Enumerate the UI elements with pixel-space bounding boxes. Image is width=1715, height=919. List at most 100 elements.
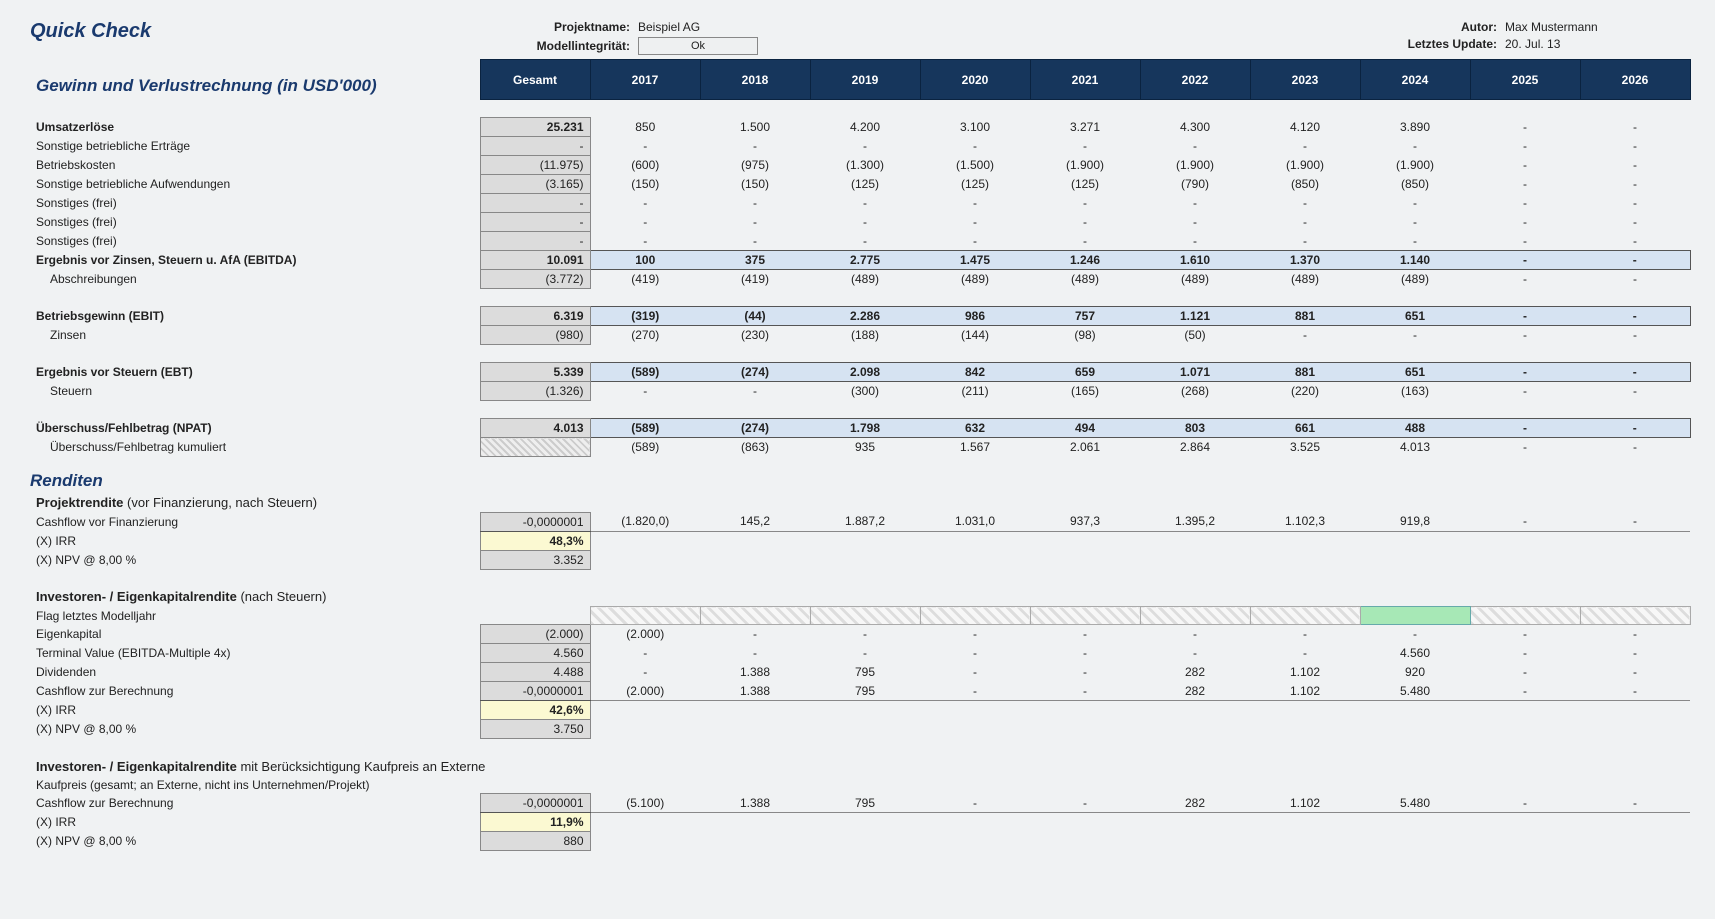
year-cell[interactable]: - (920, 232, 1030, 251)
gesamt-cell[interactable] (480, 438, 590, 457)
year-cell[interactable]: (268) (1140, 382, 1250, 401)
year-cell[interactable]: 2.061 (1030, 438, 1140, 457)
year-cell[interactable]: 935 (810, 438, 920, 457)
year-cell[interactable]: - (1470, 438, 1580, 457)
year-cell[interactable]: - (590, 137, 700, 156)
year-cell[interactable]: 145,2 (700, 512, 810, 531)
year-cell[interactable]: 803 (1140, 419, 1250, 438)
year-cell[interactable]: (125) (920, 175, 1030, 194)
year-cell[interactable]: - (810, 232, 920, 251)
year-cell[interactable]: - (1580, 137, 1690, 156)
year-cell[interactable]: (489) (1360, 270, 1470, 289)
year-cell[interactable]: - (1580, 213, 1690, 232)
year-cell[interactable]: - (1580, 156, 1690, 175)
year-cell[interactable]: - (1580, 419, 1690, 438)
year-cell[interactable]: - (920, 625, 1030, 644)
year-cell[interactable]: - (810, 137, 920, 156)
year-cell[interactable]: (150) (590, 175, 700, 194)
year-cell[interactable]: 2.098 (810, 363, 920, 382)
year-cell[interactable]: (589) (590, 363, 700, 382)
year-cell[interactable]: 919,8 (1360, 512, 1470, 531)
year-cell[interactable]: - (1360, 232, 1470, 251)
year-cell[interactable]: (2.000) (590, 682, 700, 701)
year-cell[interactable]: 757 (1030, 307, 1140, 326)
year-cell[interactable]: (2.000) (590, 625, 700, 644)
year-cell[interactable]: 494 (1030, 419, 1140, 438)
year-cell[interactable]: 1.798 (810, 419, 920, 438)
year-cell[interactable]: 1.102 (1250, 682, 1360, 701)
gesamt-cell[interactable]: 3.352 (480, 550, 590, 569)
year-cell[interactable]: - (1470, 363, 1580, 382)
year-cell[interactable]: - (1580, 382, 1690, 401)
year-cell[interactable]: 850 (590, 118, 700, 137)
year-cell[interactable]: (850) (1360, 175, 1470, 194)
year-cell[interactable]: - (1250, 213, 1360, 232)
year-cell[interactable]: 1.246 (1030, 251, 1140, 270)
year-cell[interactable]: - (920, 682, 1030, 701)
year-cell[interactable]: 659 (1030, 363, 1140, 382)
year-cell[interactable]: - (590, 194, 700, 213)
year-cell[interactable]: 1.567 (920, 438, 1030, 457)
year-cell[interactable]: 1.388 (700, 794, 810, 813)
year-cell[interactable]: (489) (810, 270, 920, 289)
gesamt-cell[interactable]: (980) (480, 326, 590, 345)
year-cell[interactable]: (98) (1030, 326, 1140, 345)
year-cell[interactable]: - (1360, 137, 1470, 156)
year-cell[interactable]: 881 (1250, 307, 1360, 326)
year-cell[interactable]: 1.102 (1250, 663, 1360, 682)
year-cell[interactable]: 1.031,0 (920, 512, 1030, 531)
year-cell[interactable]: - (590, 644, 700, 663)
year-cell[interactable]: - (700, 382, 810, 401)
year-cell[interactable]: - (1580, 118, 1690, 137)
year-cell[interactable]: - (1360, 194, 1470, 213)
year-cell[interactable]: - (1580, 644, 1690, 663)
year-cell[interactable]: (125) (1030, 175, 1140, 194)
gesamt-cell[interactable]: 4.488 (480, 663, 590, 682)
year-cell[interactable]: - (810, 644, 920, 663)
year-cell[interactable]: - (1030, 232, 1140, 251)
gesamt-cell[interactable]: 48,3% (480, 531, 590, 550)
year-cell[interactable]: - (920, 794, 1030, 813)
year-cell[interactable]: 3.100 (920, 118, 1030, 137)
year-cell[interactable]: (270) (590, 326, 700, 345)
gesamt-cell[interactable]: (1.326) (480, 382, 590, 401)
year-cell[interactable]: 1.475 (920, 251, 1030, 270)
year-cell[interactable]: - (1470, 118, 1580, 137)
year-cell[interactable]: (150) (700, 175, 810, 194)
year-cell[interactable]: - (1030, 194, 1140, 213)
year-cell[interactable]: 5.480 (1360, 794, 1470, 813)
year-cell[interactable]: - (1470, 307, 1580, 326)
year-cell[interactable]: - (590, 382, 700, 401)
year-cell[interactable]: (230) (700, 326, 810, 345)
year-cell[interactable]: (600) (590, 156, 700, 175)
year-cell[interactable]: 282 (1140, 682, 1250, 701)
year-cell[interactable]: (850) (1250, 175, 1360, 194)
year-cell[interactable]: - (700, 232, 810, 251)
year-cell[interactable]: - (1470, 419, 1580, 438)
year-cell[interactable]: - (1470, 794, 1580, 813)
year-cell[interactable]: - (1140, 137, 1250, 156)
year-cell[interactable]: 1.121 (1140, 307, 1250, 326)
year-cell[interactable]: - (810, 625, 920, 644)
year-cell[interactable]: - (1250, 644, 1360, 663)
year-cell[interactable]: (1.900) (1140, 156, 1250, 175)
year-cell[interactable]: - (700, 137, 810, 156)
gesamt-cell[interactable]: 6.319 (480, 307, 590, 326)
year-cell[interactable]: - (1580, 363, 1690, 382)
year-cell[interactable]: - (1470, 625, 1580, 644)
year-cell[interactable]: - (1580, 438, 1690, 457)
year-cell[interactable]: - (1140, 625, 1250, 644)
year-cell[interactable]: (1.820,0) (590, 512, 700, 531)
year-cell[interactable]: 4.560 (1360, 644, 1470, 663)
year-cell[interactable]: (274) (700, 363, 810, 382)
year-cell[interactable]: - (1250, 232, 1360, 251)
year-cell[interactable]: (1.900) (1360, 156, 1470, 175)
year-cell[interactable]: (211) (920, 382, 1030, 401)
year-cell[interactable]: (489) (920, 270, 1030, 289)
year-cell[interactable]: - (1580, 175, 1690, 194)
gesamt-cell[interactable]: - (480, 194, 590, 213)
year-cell[interactable]: - (1470, 137, 1580, 156)
year-cell[interactable]: 1.102 (1250, 794, 1360, 813)
year-cell[interactable]: - (1580, 794, 1690, 813)
year-cell[interactable]: 1.140 (1360, 251, 1470, 270)
